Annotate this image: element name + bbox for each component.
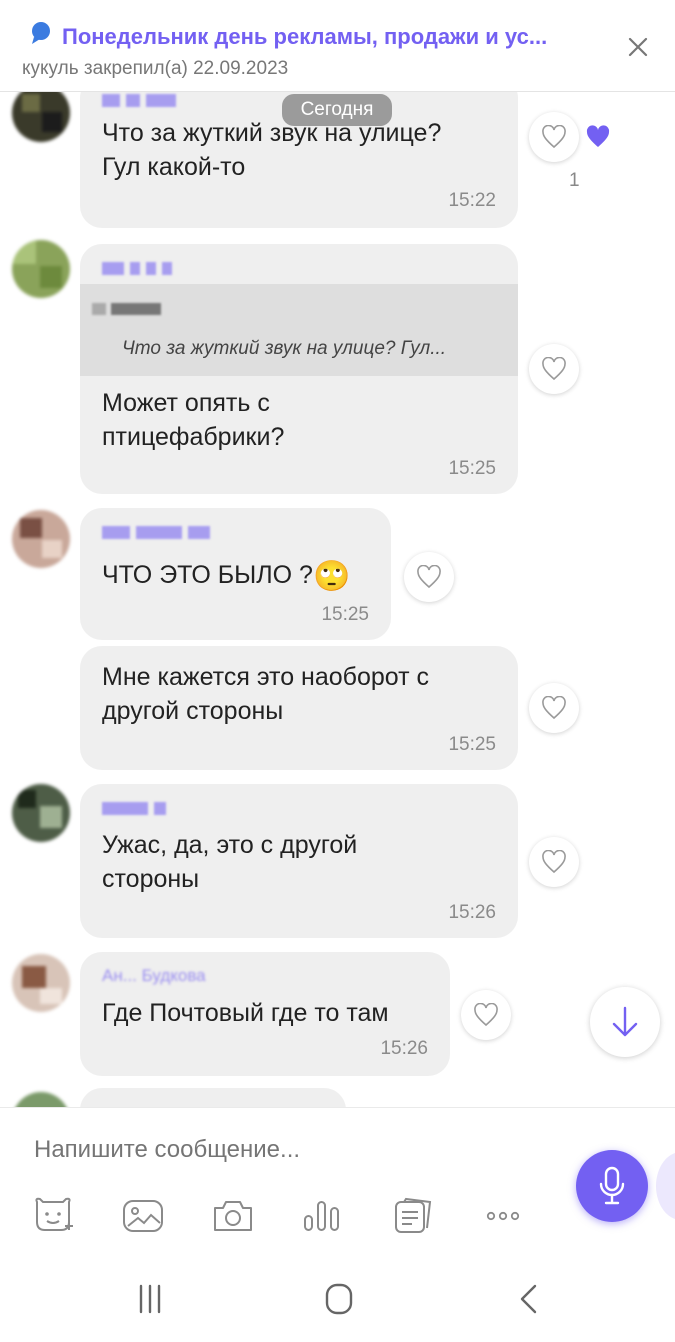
like-button[interactable] bbox=[529, 344, 579, 394]
back-icon[interactable] bbox=[510, 1282, 550, 1316]
message-text: Мне кажется это наоборот с другой сторон… bbox=[102, 663, 430, 725]
quote-text: Что за жуткий звук на улице? Гул... bbox=[122, 338, 447, 359]
heart-icon bbox=[417, 565, 441, 589]
message-input[interactable] bbox=[34, 1136, 554, 1164]
microphone-icon bbox=[599, 1166, 625, 1205]
pinned-message-banner[interactable]: Понедельник день рекламы, продажи и ус..… bbox=[0, 0, 675, 92]
avatar[interactable] bbox=[12, 92, 70, 142]
message-time: 15:26 bbox=[448, 902, 496, 923]
send-button-secondary bbox=[656, 1152, 675, 1220]
heart-icon bbox=[542, 125, 566, 149]
home-icon[interactable] bbox=[319, 1282, 359, 1316]
like-button[interactable] bbox=[461, 990, 511, 1040]
message-time: 15:25 bbox=[448, 458, 496, 479]
heart-icon bbox=[542, 850, 566, 874]
message-text: ЧТО ЭТО БЫЛО ?🙄 bbox=[102, 560, 351, 593]
reaction-count: 1 bbox=[569, 170, 580, 191]
like-button[interactable] bbox=[529, 683, 579, 733]
avatar[interactable] bbox=[12, 510, 70, 568]
message-bubble[interactable] bbox=[80, 1088, 346, 1107]
close-icon[interactable] bbox=[621, 30, 655, 64]
message-time: 15:22 bbox=[448, 190, 496, 211]
sender-name bbox=[102, 802, 172, 818]
sender-name bbox=[102, 526, 216, 542]
message-text: Ужас, да, это с другой стороны bbox=[102, 831, 358, 893]
pinned-title: Понедельник день рекламы, продажи и ус..… bbox=[62, 24, 548, 49]
date-separator: Сегодня bbox=[282, 94, 392, 126]
sender-name bbox=[102, 94, 182, 110]
message-bubble[interactable]: Мне кажется это наоборот с другой сторон… bbox=[80, 646, 518, 770]
message-text: Где Почтовый где то там bbox=[102, 999, 389, 1027]
heart-icon bbox=[542, 696, 566, 720]
arrow-down-icon bbox=[612, 1006, 638, 1037]
avatar[interactable] bbox=[12, 784, 70, 842]
chat-history[interactable]: Сегодня Что за жуткий звук на улице? Гул… bbox=[0, 92, 675, 1107]
heart-icon bbox=[586, 125, 610, 147]
avatar[interactable] bbox=[12, 240, 70, 298]
like-button[interactable] bbox=[404, 552, 454, 602]
scroll-down-button[interactable] bbox=[590, 987, 660, 1057]
pin-icon bbox=[32, 22, 50, 44]
sticker-icon[interactable] bbox=[31, 1196, 75, 1236]
heart-icon bbox=[542, 357, 566, 381]
reaction-heart[interactable] bbox=[573, 112, 623, 162]
sender-name: Ан... Будкова bbox=[102, 966, 206, 985]
message-bubble[interactable]: Ужас, да, это с другой стороны 15:26 bbox=[80, 784, 518, 938]
voice-record-button[interactable] bbox=[576, 1150, 648, 1222]
pinned-subtitle: кукуль закрепил(а) 22.09.2023 bbox=[22, 58, 289, 79]
message-time: 15:25 bbox=[321, 604, 369, 625]
message-time: 15:26 bbox=[380, 1038, 428, 1059]
message-bubble[interactable]: Что за жуткий звук на улице? Гул... Може… bbox=[80, 244, 518, 494]
more-icon[interactable] bbox=[482, 1196, 526, 1236]
quoted-message[interactable]: Что за жуткий звук на улице? Гул... bbox=[80, 284, 518, 376]
face-emoji: 🙄 bbox=[312, 560, 351, 593]
system-navigation-bar bbox=[0, 1252, 675, 1342]
recents-icon[interactable] bbox=[130, 1282, 170, 1316]
camera-icon[interactable] bbox=[211, 1196, 255, 1236]
poll-icon[interactable] bbox=[300, 1196, 344, 1236]
message-time: 15:25 bbox=[448, 734, 496, 755]
avatar[interactable] bbox=[12, 1092, 70, 1107]
like-button[interactable] bbox=[529, 837, 579, 887]
message-bubble[interactable]: ЧТО ЭТО БЫЛО ?🙄 15:25 bbox=[80, 508, 391, 640]
like-button[interactable] bbox=[529, 112, 579, 162]
gallery-icon[interactable] bbox=[121, 1196, 165, 1236]
message-composer bbox=[0, 1107, 675, 1252]
message-bubble[interactable]: Ан... Будкова Где Почтовый где то там 15… bbox=[80, 952, 450, 1076]
gif-icon[interactable] bbox=[392, 1196, 436, 1236]
avatar[interactable] bbox=[12, 954, 70, 1012]
heart-icon bbox=[474, 1003, 498, 1027]
message-text: Может опять с птицефабрики? bbox=[102, 389, 285, 451]
quote-author bbox=[92, 302, 166, 318]
message-text: Что за жуткий звук на улице? Гул какой-т… bbox=[102, 119, 442, 181]
sender-name bbox=[102, 262, 178, 278]
